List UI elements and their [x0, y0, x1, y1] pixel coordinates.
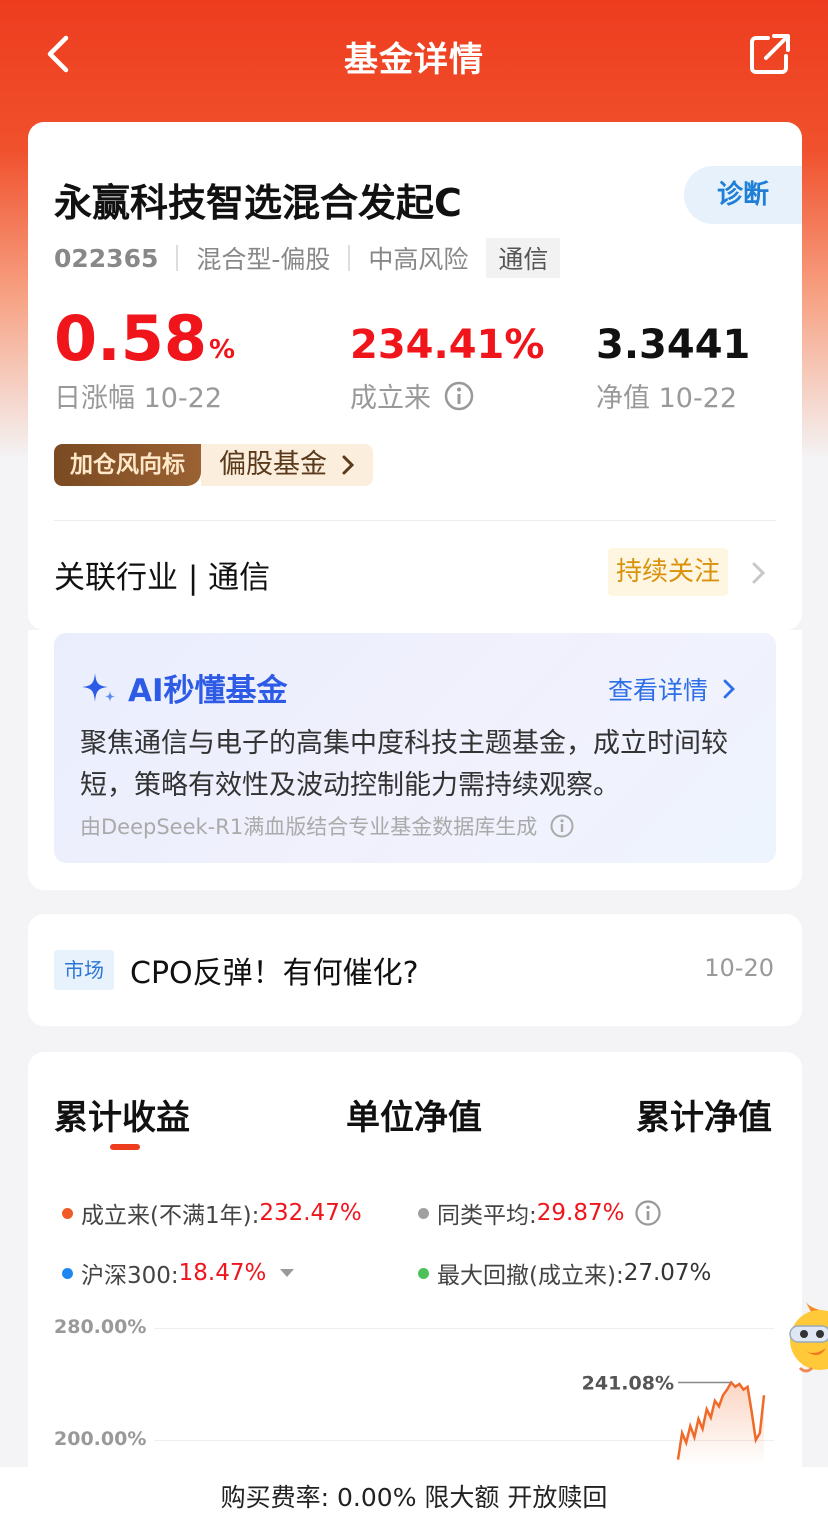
legend-value: 232.47% [259, 1200, 362, 1226]
y-tick-label: 200.00% [54, 1428, 147, 1450]
related-industry[interactable]: 关联行业 | 通信 [54, 552, 270, 597]
legend-item-peer-average: 同类平均: 29.87% [418, 1196, 662, 1230]
fund-risk: 中高风险 [368, 245, 469, 274]
daily-change-value: 0.58 [54, 302, 207, 375]
fund-code: 022365 [54, 243, 159, 273]
legend-dot [62, 1267, 73, 1279]
badge-title: 加仓风向标 [54, 444, 201, 486]
dropdown-caret-icon[interactable] [280, 1269, 295, 1277]
legend-value: 18.47% [178, 1260, 267, 1286]
tab-accumulated-nav[interactable]: 累计净值 [636, 1090, 772, 1139]
badge-category: 偏股基金 [219, 449, 327, 480]
peak-value-label: 241.08% [582, 1372, 674, 1394]
legend-value: 29.87% [536, 1200, 625, 1226]
gridline [154, 1440, 774, 1441]
fund-type: 混合型-偏股 [196, 245, 331, 274]
fund-name: 永赢科技智选混合发起C [54, 181, 462, 225]
legend-dot [418, 1207, 429, 1219]
ai-header: AI秒懂基金 [80, 665, 288, 710]
legend-dot [418, 1267, 429, 1279]
news-card[interactable]: 市场 CPO反弹！有何催化? 10-20 [28, 914, 802, 1026]
ai-source-note: 由DeepSeek-R1满血版结合专业基金数据库生成 [80, 811, 575, 841]
meta-divider [348, 245, 351, 271]
sparkle-icon [82, 672, 115, 702]
purchase-info-bar: 购买费率: 0.00% 限大额 开放赎回 [0, 1467, 828, 1521]
nav-label: 净值 10-22 [596, 383, 738, 414]
fund-summary-card: 永赢科技智选混合发起C 诊断 022365 混合型-偏股 中高风险 通信 0.5… [28, 122, 802, 630]
diagnose-button[interactable]: 诊断 [684, 166, 802, 224]
legend-label: 同类平均: [437, 1203, 537, 1229]
chevron-right-icon[interactable] [750, 558, 768, 588]
tab-cumulative-return[interactable]: 累计收益 [54, 1090, 190, 1139]
top-bar: 基金详情 [0, 0, 828, 112]
ai-title: AI秒懂基金 [128, 673, 288, 709]
chart-area-fill [678, 1382, 764, 1466]
divider [54, 520, 776, 521]
active-tab-indicator [110, 1144, 140, 1150]
info-icon[interactable] [443, 380, 475, 412]
legend-item-fund: 成立来(不满1年): 232.47% [62, 1196, 362, 1230]
share-icon[interactable] [748, 30, 792, 76]
news-tag: 市场 [54, 950, 114, 990]
gridline [154, 1328, 774, 1329]
ai-summary-card: AI秒懂基金 查看详情 聚焦通信与电子的高集中度科技主题基金，成立时间较短，策略… [28, 630, 802, 890]
daily-change-unit: % [208, 335, 236, 365]
legend-item-csi300[interactable]: 沪深300: 18.47% [62, 1256, 295, 1290]
since-inception-value: 234.41% [350, 322, 545, 368]
y-tick-label: 280.00% [54, 1316, 147, 1338]
daily-change-stat: 0.58 % 日涨幅 10-22 [54, 304, 235, 415]
purchase-info-text: 购买费率: 0.00% 限大额 开放赎回 [220, 1483, 608, 1512]
nav-stat: 3.3441 净值 10-22 [596, 304, 750, 415]
legend-value: 27.07% [623, 1260, 712, 1286]
performance-chart-card: 累计收益 单位净值 累计净值 成立来(不满1年): 232.47% 同类平均: … [28, 1052, 802, 1521]
mascot-assistant-icon[interactable] [776, 1300, 828, 1386]
view-details-link[interactable]: 查看详情 [608, 671, 740, 707]
nav-value: 3.3441 [596, 322, 751, 368]
ai-summary-box: AI秒懂基金 查看详情 聚焦通信与电子的高集中度科技主题基金，成立时间较短，策略… [54, 633, 776, 863]
since-inception-label: 成立来 [350, 383, 431, 414]
tab-unit-nav[interactable]: 单位净值 [346, 1090, 482, 1139]
position-indicator-badge[interactable]: 加仓风向标 偏股基金 [54, 444, 373, 486]
legend-dot [62, 1207, 73, 1219]
chart-series-line [676, 1380, 766, 1460]
ai-summary-text: 聚焦通信与电子的高集中度科技主题基金，成立时间较短，策略有效性及波动控制能力需持… [80, 728, 728, 801]
chevron-right-icon [723, 679, 735, 699]
page-title: 基金详情 [344, 40, 484, 80]
daily-change-label: 日涨幅 10-22 [54, 383, 223, 414]
legend-label: 最大回撤(成立来): [437, 1263, 624, 1289]
news-date: 10-20 [704, 954, 774, 982]
sector-tag[interactable]: 通信 [486, 238, 561, 278]
follow-button[interactable]: 持续关注 [607, 548, 728, 596]
fund-meta-row: 022365 混合型-偏股 中高风险 通信 [54, 238, 561, 278]
news-title: CPO反弹！有何催化? [130, 956, 419, 991]
legend-item-max-drawdown: 最大回撤(成立来): 27.07% [418, 1256, 711, 1290]
ai-source-text: 由DeepSeek-R1满血版结合专业基金数据库生成 [80, 815, 538, 839]
chevron-right-icon [342, 455, 355, 475]
legend-label: 沪深300: [81, 1263, 179, 1289]
view-details-label: 查看详情 [607, 676, 708, 705]
info-icon[interactable] [549, 813, 575, 839]
info-icon[interactable] [634, 1199, 662, 1227]
since-inception-stat: 234.41% 成立来 [350, 304, 544, 415]
meta-divider [176, 245, 179, 271]
legend-label: 成立来(不满1年): [81, 1203, 260, 1229]
